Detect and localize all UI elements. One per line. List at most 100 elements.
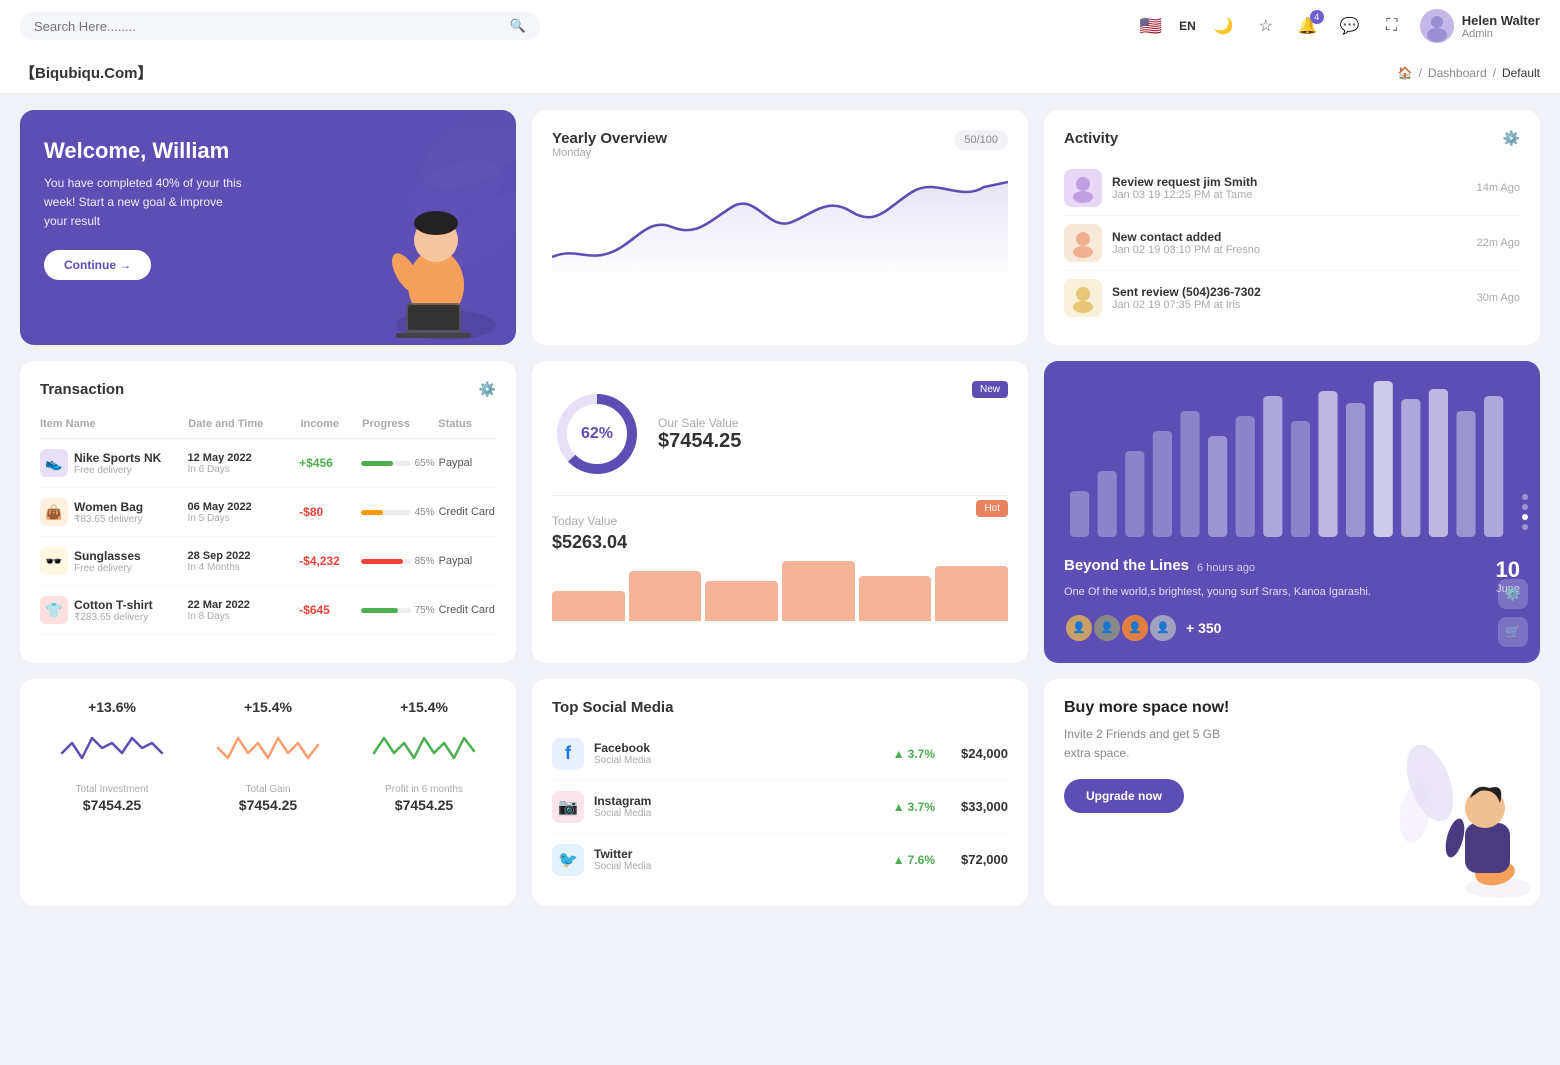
hot-badge: Hot (976, 500, 1008, 517)
yearly-chart (552, 177, 1008, 277)
social-info-0: Facebook Social Media (594, 741, 651, 766)
flag-icon[interactable]: 🇺🇸 (1137, 12, 1165, 40)
item-income-0: +$456 (299, 456, 356, 470)
beyond-info: Beyond the Lines 6 hours ago One Of the … (1064, 557, 1371, 643)
cart-icon-beyond[interactable]: 🛒 (1498, 617, 1528, 647)
notification-icon[interactable]: 🔔 4 (1294, 12, 1322, 40)
breadcrumb-bar: 【Biqubiqu.Com】 🏠 / Dashboard / Default (0, 52, 1560, 94)
scroll-dot-0 (1522, 494, 1528, 500)
item-cell-3: 👕 Cotton T-shirt₹283.65 delivery (40, 596, 184, 624)
sale-info: Our Sale Value $7454.25 (658, 416, 741, 453)
item-icon-1: 👜 (40, 498, 68, 526)
notification-badge: 4 (1310, 10, 1324, 24)
scroll-dot-3 (1522, 524, 1528, 530)
continue-button[interactable]: Continue → (44, 250, 151, 280)
stat-value-2: $7454.25 (352, 797, 496, 813)
breadcrumb: 🏠 / Dashboard / Default (1398, 66, 1540, 80)
activity-time-2: 30m Ago (1477, 292, 1520, 304)
message-icon[interactable]: 💬 (1336, 12, 1364, 40)
facebook-icon: f (552, 738, 584, 770)
social-amount-0: $24,000 (961, 746, 1008, 761)
user-name: Helen Walter (1462, 13, 1540, 28)
theme-icon[interactable]: 🌙 (1210, 12, 1238, 40)
settings-icon-beyond[interactable]: ⚙️ (1498, 579, 1528, 609)
home-icon[interactable]: 🏠 (1398, 66, 1413, 80)
sale-top: 62% Our Sale Value $7454.25 (552, 381, 1008, 496)
stat-item-0: +13.6% Total Investment $7454.25 (40, 699, 184, 813)
item-status-0: Paypal (439, 457, 496, 469)
breadcrumb-default: Default (1502, 66, 1540, 80)
stats-card: +13.6% Total Investment $7454.25 +15.4% … (20, 679, 516, 906)
scroll-dot-1 (1522, 504, 1528, 510)
user-menu[interactable]: Helen Walter Admin (1420, 9, 1540, 43)
item-date-3: 22 Mar 2022In 8 Days (188, 599, 296, 622)
table-row: 👜 Women Bag₹83.65 delivery 06 May 2022In… (40, 488, 496, 537)
stat-label-2: Profit in 6 months (352, 784, 496, 795)
activity-settings-icon[interactable]: ⚙️ (1503, 130, 1520, 147)
item-income-1: -$80 (299, 505, 356, 519)
avatar-2: 👤 (1120, 613, 1150, 643)
search-input[interactable] (34, 19, 502, 34)
buy-illustration (1400, 743, 1530, 906)
main-grid: Welcome, William You have completed 40% … (0, 94, 1560, 922)
bar-4 (859, 576, 932, 621)
item-cell-1: 👜 Women Bag₹83.65 delivery (40, 498, 184, 526)
sale-value: $7454.25 (658, 430, 741, 453)
social-info-2: Twitter Social Media (594, 847, 651, 872)
transaction-settings-icon[interactable]: ⚙️ (479, 381, 496, 398)
beyond-count: + 350 (1186, 620, 1221, 636)
item-progress-0: 65% (361, 458, 435, 469)
stat-pct-1: +15.4% (196, 699, 340, 715)
instagram-icon: 📷 (552, 791, 584, 823)
social-amount-2: $72,000 (961, 852, 1008, 867)
col-date: Date and Time (188, 418, 296, 430)
activity-title-2: Sent review (504)236-7302 (1112, 285, 1261, 299)
item-cell-0: 👟 Nike Sports NKFree delivery (40, 449, 184, 477)
welcome-illustration (346, 185, 506, 345)
item-icon-2: 🕶️ (40, 547, 68, 575)
stats-inner: +13.6% Total Investment $7454.25 +15.4% … (40, 699, 496, 813)
avatar (1420, 9, 1454, 43)
buy-desc: Invite 2 Friends and get 5 GB extra spac… (1064, 725, 1244, 763)
welcome-card: Welcome, William You have completed 40% … (20, 110, 516, 345)
social-card: Top Social Media f Facebook Social Media… (532, 679, 1028, 906)
search-wrap[interactable]: 🔍 (20, 12, 540, 40)
avatar-3: 👤 (1148, 613, 1178, 643)
item-name-0: Nike Sports NK (74, 451, 161, 465)
user-role: Admin (1462, 28, 1540, 40)
breadcrumb-dashboard[interactable]: Dashboard (1428, 66, 1487, 80)
mini-bar-chart (552, 561, 1008, 621)
activity-card: Activity ⚙️ Review request jim Smith Jan… (1044, 110, 1540, 345)
star-icon[interactable]: ☆ (1252, 12, 1280, 40)
table-header: Item Name Date and Time Income Progress … (40, 410, 496, 439)
transaction-card: Transaction ⚙️ Item Name Date and Time I… (20, 361, 516, 663)
table-row: 👟 Nike Sports NKFree delivery 12 May 202… (40, 439, 496, 488)
social-growth-2: ▲ 7.6% (893, 853, 935, 867)
activity-text-1: New contact added Jan 02 19 03:10 PM at … (1112, 230, 1260, 256)
item-date-2: 28 Sep 2022In 4 Months (188, 550, 296, 573)
yearly-badge: 50/100 (954, 130, 1008, 150)
col-progress: Progress (362, 418, 434, 430)
yearly-subtitle: Monday (552, 147, 667, 159)
item-progress-3: 75% (361, 605, 435, 616)
sale-label: Our Sale Value (658, 416, 741, 430)
avatar-1: 👤 (1092, 613, 1122, 643)
expand-icon[interactable]: ⛶ (1378, 12, 1406, 40)
activity-subtitle-1: Jan 02 19 03:10 PM at Fresno (1112, 244, 1260, 256)
donut-label: 62% (581, 425, 613, 443)
upgrade-button[interactable]: Upgrade now (1064, 779, 1184, 813)
beyond-card: Beyond the Lines 6 hours ago One Of the … (1044, 361, 1540, 663)
col-item: Item Name (40, 418, 184, 430)
stat-value-0: $7454.25 (40, 797, 184, 813)
table-row: 🕶️ SunglassesFree delivery 28 Sep 2022In… (40, 537, 496, 586)
item-cell-2: 🕶️ SunglassesFree delivery (40, 547, 184, 575)
welcome-subtitle: You have completed 40% of your this week… (44, 174, 244, 232)
beyond-time: 6 hours ago (1197, 562, 1255, 574)
beyond-chart (1064, 381, 1520, 541)
col-status: Status (438, 418, 496, 430)
stat-pct-2: +15.4% (352, 699, 496, 715)
activity-title-1: New contact added (1112, 230, 1260, 244)
item-name-2: Sunglasses (74, 549, 141, 563)
yearly-overview-card: Yearly Overview Monday 50/100 (532, 110, 1028, 345)
item-status-2: Paypal (439, 555, 496, 567)
